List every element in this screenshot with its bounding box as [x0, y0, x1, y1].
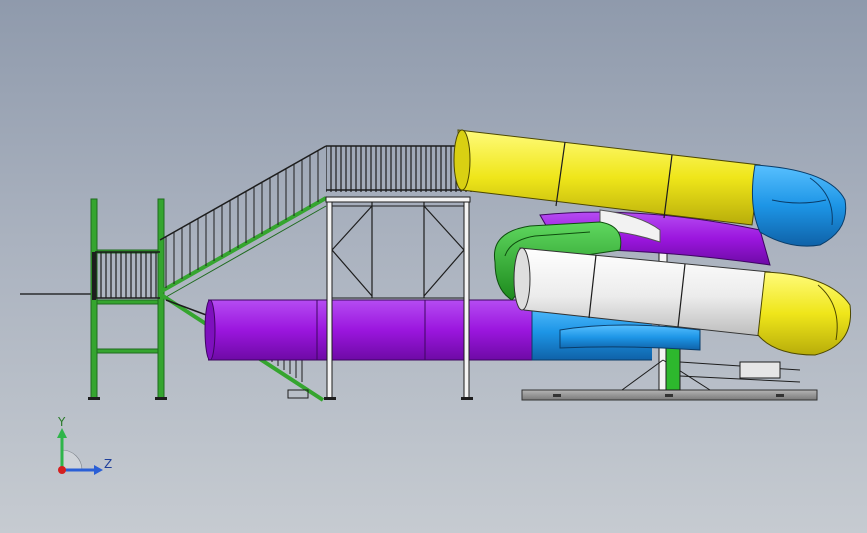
cad-viewport[interactable]: Y Z [0, 0, 867, 533]
z-arrowhead-icon [94, 465, 103, 475]
yellow-lower-tube[interactable] [757, 271, 852, 356]
y-arrowhead-icon [57, 428, 67, 438]
z-axis-label: Z [104, 457, 112, 471]
origin-icon [58, 466, 66, 474]
tower-frame[interactable] [88, 198, 167, 400]
landing-railing [92, 251, 160, 300]
base-plate [521, 389, 818, 401]
staircase[interactable] [158, 145, 327, 402]
platform-railing [326, 145, 472, 192]
blue-upper-tube[interactable] [751, 164, 847, 247]
axis-triad: Y Z [57, 415, 112, 475]
purple-tube[interactable] [204, 299, 538, 361]
upper-stair-balusters [165, 150, 319, 288]
platform-frame[interactable] [324, 196, 473, 400]
y-axis-label: Y [57, 415, 66, 429]
